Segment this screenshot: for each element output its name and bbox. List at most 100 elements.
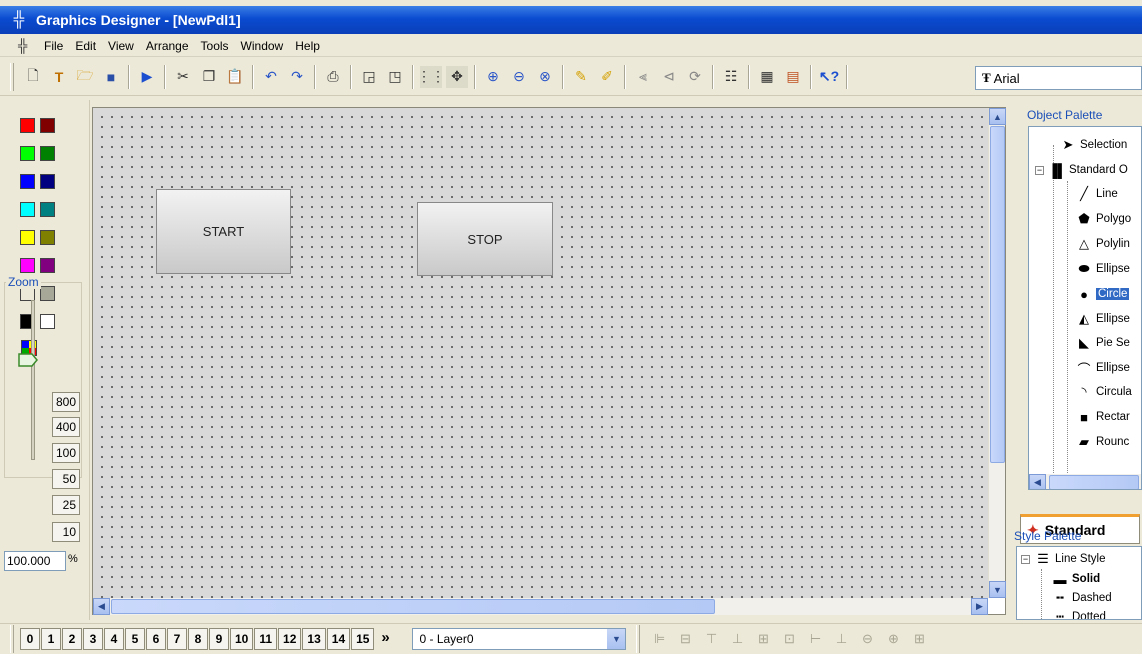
layer-button-0[interactable]: 0 <box>20 628 40 650</box>
zoom-100-button[interactable]: 100 <box>52 443 80 463</box>
layer-button-14[interactable]: 14 <box>326 628 351 650</box>
palette-item-polygon[interactable]: ⬟ Polygo <box>1075 210 1131 228</box>
color-swatch[interactable] <box>40 174 55 189</box>
open-folder-icon[interactable]: 🗁 <box>74 66 96 88</box>
menu-file[interactable]: File <box>38 39 69 53</box>
collapse-icon[interactable]: − <box>1035 165 1044 175</box>
zoom-800-button[interactable]: 800 <box>52 392 80 412</box>
color-swatch[interactable] <box>20 202 35 217</box>
zoom-slider-track[interactable] <box>31 300 35 460</box>
start-button-object[interactable]: START <box>156 189 291 274</box>
zoom-value-field[interactable]: 100.000 <box>4 551 66 571</box>
menu-tools[interactable]: Tools <box>195 39 235 53</box>
palette-item-selection[interactable]: ➤ Selection <box>1059 136 1128 154</box>
scroll-right-icon[interactable]: ▶ <box>971 598 988 615</box>
layer-button-10[interactable]: 10 <box>230 628 254 650</box>
layer-button-9[interactable]: 9 <box>209 628 229 650</box>
distribute-horizontal-icon[interactable]: ⊢ <box>802 628 828 650</box>
palette-item-pie-segment[interactable]: ◣ Pie Se <box>1075 334 1130 352</box>
toolbar-grip[interactable] <box>10 625 14 653</box>
layer-button-13[interactable]: 13 <box>302 628 326 650</box>
run-icon[interactable]: ▶ <box>136 66 158 88</box>
distribute-vertical-icon[interactable]: ⊥ <box>828 628 854 650</box>
palette-item-line[interactable]: ╱ Line <box>1075 185 1118 203</box>
layer-button-5[interactable]: 5 <box>125 628 145 650</box>
zoom-fit-icon[interactable]: ⊗ <box>534 66 556 88</box>
zoom-400-button[interactable]: 400 <box>52 417 80 437</box>
help-cursor-icon[interactable]: ↖? <box>818 66 840 88</box>
layer-button-15[interactable]: 15 <box>351 628 375 650</box>
style-item-dotted[interactable]: ┅ Dotted <box>1051 608 1106 619</box>
palette-item-ellipse-arc[interactable]: ⌒ Ellipse <box>1075 359 1129 377</box>
document-system-menu-icon[interactable]: ╬ <box>18 38 38 53</box>
new-document-icon[interactable]: 🗋 <box>22 66 44 88</box>
style-group-line-style[interactable]: − ☰ Line Style <box>1021 550 1106 568</box>
grid-icon[interactable]: ⋮⋮ <box>417 65 445 88</box>
paste-icon[interactable]: 📋 <box>224 66 246 88</box>
palette-item-circle[interactable]: ● Circle <box>1075 285 1130 303</box>
scroll-left-icon[interactable]: ◀ <box>1029 474 1046 489</box>
rotate-icon[interactable]: ⟳ <box>684 66 706 88</box>
align-bottom-icon[interactable]: ⊥ <box>724 628 750 650</box>
bring-front-icon[interactable]: ◲ <box>358 66 380 88</box>
color-swatch[interactable] <box>40 118 55 133</box>
layer-select[interactable]: 0 - Layer0 ▼ <box>412 628 627 650</box>
group-icon[interactable]: ✎ <box>570 66 592 88</box>
collapse-icon[interactable]: − <box>1021 554 1030 564</box>
layer-button-8[interactable]: 8 <box>188 628 208 650</box>
layer-button-3[interactable]: 3 <box>83 628 103 650</box>
menu-help[interactable]: Help <box>289 39 326 53</box>
palette-item-rectangle[interactable]: ■ Rectar <box>1075 408 1130 426</box>
horizontal-scrollbar[interactable]: ◀ ▶ <box>93 598 988 615</box>
layer-button-1[interactable]: 1 <box>41 628 61 650</box>
font-name-combobox[interactable]: Ŧ Arial <box>975 66 1142 90</box>
horizontal-scroll-thumb[interactable] <box>111 599 715 614</box>
object-palette-tree[interactable]: ➤ Selection − ▐▌ Standard O ╱ Line ⬟ Polygo … <box>1028 126 1142 490</box>
flip-horizontal-icon[interactable]: ⫷ <box>632 66 654 88</box>
same-size-icon[interactable]: ⊞ <box>906 628 932 650</box>
more-layers-icon[interactable]: » <box>375 628 395 650</box>
copy-icon[interactable]: ❐ <box>198 66 220 88</box>
style-palette-tree[interactable]: − ☰ Line Style ▬ Solid ╍ Dashed ┅ Dotted <box>1016 546 1142 620</box>
zoom-25-button[interactable]: 25 <box>52 495 80 515</box>
properties-icon[interactable]: ☷ <box>720 66 742 88</box>
color-swatch[interactable] <box>20 118 35 133</box>
scroll-left-icon[interactable]: ◀ <box>93 598 110 615</box>
color-swatch[interactable] <box>20 230 35 245</box>
palette-scroll-thumb[interactable] <box>1049 475 1139 489</box>
undo-icon[interactable]: ↶ <box>260 66 282 88</box>
zoom-slider-thumb[interactable] <box>18 353 38 367</box>
palette-item-ellipse[interactable]: ⬬ Ellipse <box>1075 260 1129 278</box>
layers-icon[interactable]: ▤ <box>782 66 804 88</box>
color-swatch[interactable] <box>40 258 55 273</box>
chevron-down-icon[interactable]: ▼ <box>607 629 626 649</box>
print-icon[interactable]: ⎙ <box>322 66 344 88</box>
menu-view[interactable]: View <box>102 39 140 53</box>
drawing-canvas[interactable]: START STOP <box>93 108 988 598</box>
zoom-50-button[interactable]: 50 <box>52 469 80 489</box>
color-swatch[interactable] <box>40 146 55 161</box>
layer-button-2[interactable]: 2 <box>62 628 82 650</box>
new-type-icon[interactable]: T <box>48 66 70 88</box>
center-both-icon[interactable]: ⊡ <box>776 628 802 650</box>
stop-button-object[interactable]: STOP <box>417 202 553 276</box>
layer-button-11[interactable]: 11 <box>254 628 278 650</box>
cut-icon[interactable]: ✂ <box>172 66 194 88</box>
zoom-10-button[interactable]: 10 <box>52 522 80 542</box>
zoom-in-icon[interactable]: ⊕ <box>482 66 504 88</box>
color-swatch[interactable] <box>20 174 35 189</box>
scroll-up-icon[interactable]: ▲ <box>989 108 1006 125</box>
scroll-down-icon[interactable]: ▼ <box>989 581 1006 598</box>
color-swatch[interactable] <box>20 146 35 161</box>
zoom-out-icon[interactable]: ⊖ <box>508 66 530 88</box>
palette-item-polyline[interactable]: △ Polylin <box>1075 235 1130 253</box>
vertical-scroll-thumb[interactable] <box>990 126 1005 463</box>
same-width-icon[interactable]: ⊖ <box>854 628 880 650</box>
palette-group-standard[interactable]: − ▐▌ Standard O <box>1035 161 1128 179</box>
save-icon[interactable]: ■ <box>100 66 122 88</box>
same-height-icon[interactable]: ⊕ <box>880 628 906 650</box>
align-middle-icon[interactable]: ⊞ <box>750 628 776 650</box>
palette-horizontal-scrollbar[interactable]: ◀ <box>1029 474 1141 489</box>
palette-item-circular-arc[interactable]: ◝ Circula <box>1075 383 1131 401</box>
color-swatch[interactable] <box>40 230 55 245</box>
